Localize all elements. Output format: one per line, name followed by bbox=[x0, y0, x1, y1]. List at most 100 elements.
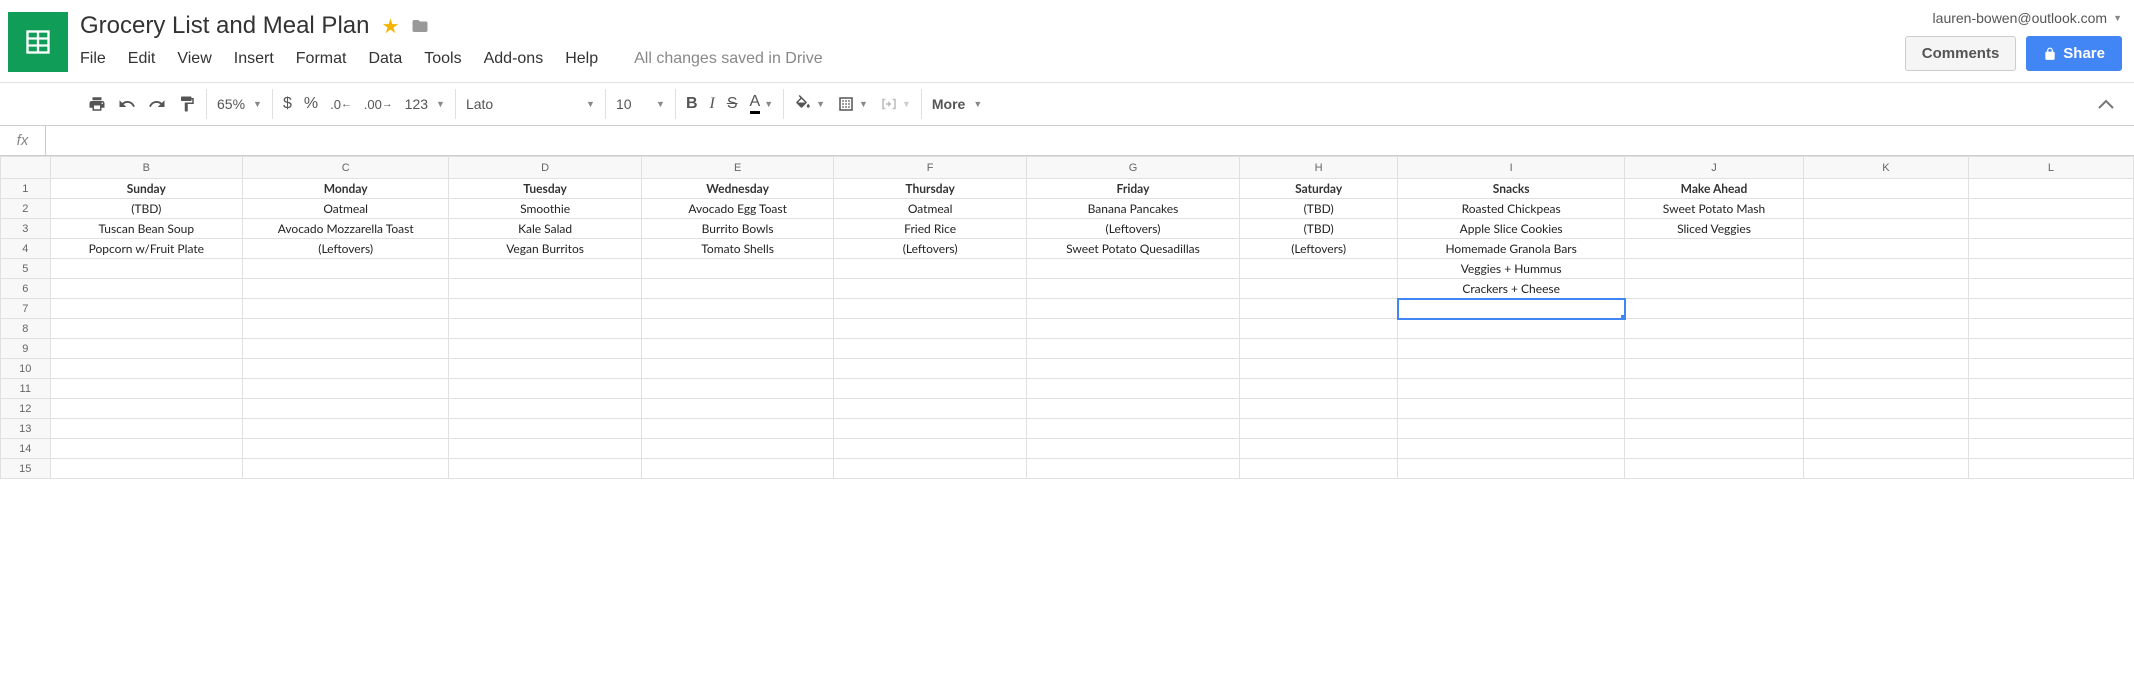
cell[interactable]: Sweet Potato Quesadillas bbox=[1026, 239, 1239, 259]
cell[interactable] bbox=[1968, 459, 2133, 479]
cell[interactable] bbox=[1026, 319, 1239, 339]
cell[interactable]: Avocado Mozzarella Toast bbox=[243, 219, 449, 239]
cell[interactable] bbox=[1803, 399, 1968, 419]
print-icon[interactable] bbox=[88, 95, 106, 113]
cell[interactable]: Tuesday bbox=[449, 179, 642, 199]
cell[interactable] bbox=[243, 339, 449, 359]
cell[interactable] bbox=[1625, 459, 1804, 479]
cell[interactable] bbox=[834, 459, 1027, 479]
cell[interactable] bbox=[1803, 419, 1968, 439]
paint-format-icon[interactable] bbox=[178, 95, 196, 113]
cell[interactable]: Smoothie bbox=[449, 199, 642, 219]
cell[interactable] bbox=[449, 419, 642, 439]
cell[interactable]: (Leftovers) bbox=[1026, 219, 1239, 239]
cell[interactable] bbox=[1803, 359, 1968, 379]
cell[interactable] bbox=[1803, 379, 1968, 399]
cell[interactable] bbox=[1398, 319, 1625, 339]
row-header[interactable]: 10 bbox=[1, 359, 51, 379]
cell[interactable] bbox=[449, 279, 642, 299]
spreadsheet-grid[interactable]: B C D E F G H I J K L 1 Sunday Monday Tu… bbox=[0, 156, 2134, 479]
cell[interactable] bbox=[834, 339, 1027, 359]
cell[interactable]: Make Ahead bbox=[1625, 179, 1804, 199]
col-header[interactable]: J bbox=[1625, 157, 1804, 179]
cell[interactable] bbox=[1240, 459, 1398, 479]
cell[interactable]: Crackers + Cheese bbox=[1398, 279, 1625, 299]
row-header[interactable]: 12 bbox=[1, 399, 51, 419]
cell[interactable] bbox=[1803, 299, 1968, 319]
row-header[interactable]: 9 bbox=[1, 339, 51, 359]
cell[interactable]: Oatmeal bbox=[834, 199, 1027, 219]
row-header[interactable]: 14 bbox=[1, 439, 51, 459]
cell[interactable] bbox=[449, 299, 642, 319]
fx-icon[interactable]: fx bbox=[0, 126, 46, 155]
cell[interactable] bbox=[1625, 299, 1804, 319]
cell[interactable]: Fried Rice bbox=[834, 219, 1027, 239]
cell[interactable]: (Leftovers) bbox=[243, 239, 449, 259]
cell[interactable] bbox=[641, 419, 834, 439]
cell[interactable] bbox=[641, 359, 834, 379]
cell[interactable] bbox=[1026, 379, 1239, 399]
undo-icon[interactable] bbox=[118, 95, 136, 113]
cell[interactable] bbox=[1398, 419, 1625, 439]
account-menu[interactable]: lauren-bowen@outlook.com ▼ bbox=[1905, 8, 2122, 26]
cell[interactable] bbox=[449, 459, 642, 479]
cell[interactable] bbox=[1968, 279, 2133, 299]
sheets-logo[interactable] bbox=[8, 12, 68, 72]
cell[interactable] bbox=[1240, 419, 1398, 439]
cell[interactable]: Sweet Potato Mash bbox=[1625, 199, 1804, 219]
cell[interactable]: Sliced Veggies bbox=[1625, 219, 1804, 239]
cell[interactable] bbox=[1968, 299, 2133, 319]
row-header[interactable]: 7 bbox=[1, 299, 51, 319]
cell[interactable] bbox=[1026, 339, 1239, 359]
cell[interactable] bbox=[834, 419, 1027, 439]
cell[interactable]: Oatmeal bbox=[243, 199, 449, 219]
cell[interactable] bbox=[1398, 379, 1625, 399]
cell[interactable] bbox=[1625, 259, 1804, 279]
cell[interactable] bbox=[1026, 459, 1239, 479]
cell[interactable] bbox=[1968, 259, 2133, 279]
cell[interactable] bbox=[243, 419, 449, 439]
cell[interactable] bbox=[1625, 319, 1804, 339]
decrease-decimal-button[interactable]: .0← bbox=[330, 97, 352, 112]
cell[interactable] bbox=[1803, 439, 1968, 459]
row-header[interactable]: 3 bbox=[1, 219, 51, 239]
cell[interactable] bbox=[1803, 219, 1968, 239]
cell[interactable] bbox=[1625, 359, 1804, 379]
currency-button[interactable]: $ bbox=[283, 95, 292, 113]
col-header[interactable]: F bbox=[834, 157, 1027, 179]
cell[interactable] bbox=[1803, 239, 1968, 259]
col-header[interactable]: D bbox=[449, 157, 642, 179]
cell[interactable] bbox=[834, 299, 1027, 319]
cell[interactable]: Kale Salad bbox=[449, 219, 642, 239]
cell[interactable] bbox=[50, 299, 243, 319]
cell[interactable] bbox=[449, 319, 642, 339]
cell[interactable] bbox=[50, 419, 243, 439]
row-header[interactable]: 11 bbox=[1, 379, 51, 399]
cell[interactable] bbox=[449, 439, 642, 459]
col-header[interactable]: C bbox=[243, 157, 449, 179]
cell[interactable] bbox=[243, 259, 449, 279]
italic-button[interactable]: I bbox=[710, 95, 715, 113]
menu-data[interactable]: Data bbox=[368, 50, 402, 68]
cell[interactable]: Tomato Shells bbox=[641, 239, 834, 259]
cell[interactable] bbox=[243, 279, 449, 299]
cell[interactable] bbox=[1803, 319, 1968, 339]
col-header[interactable]: E bbox=[641, 157, 834, 179]
formula-input[interactable] bbox=[46, 126, 2134, 155]
cell[interactable] bbox=[1240, 299, 1398, 319]
cell[interactable]: (Leftovers) bbox=[1240, 239, 1398, 259]
cell[interactable] bbox=[1803, 459, 1968, 479]
cell[interactable] bbox=[834, 319, 1027, 339]
row-header[interactable]: 5 bbox=[1, 259, 51, 279]
cell[interactable] bbox=[641, 299, 834, 319]
cell[interactable] bbox=[1968, 419, 2133, 439]
cell[interactable] bbox=[641, 319, 834, 339]
row-header[interactable]: 2 bbox=[1, 199, 51, 219]
col-header[interactable]: B bbox=[50, 157, 243, 179]
cell[interactable] bbox=[449, 379, 642, 399]
cell[interactable] bbox=[1968, 239, 2133, 259]
redo-icon[interactable] bbox=[148, 95, 166, 113]
comments-button[interactable]: Comments bbox=[1905, 36, 2017, 71]
merge-cells-button[interactable]: ▼ bbox=[880, 95, 911, 113]
cell[interactable] bbox=[1803, 179, 1968, 199]
